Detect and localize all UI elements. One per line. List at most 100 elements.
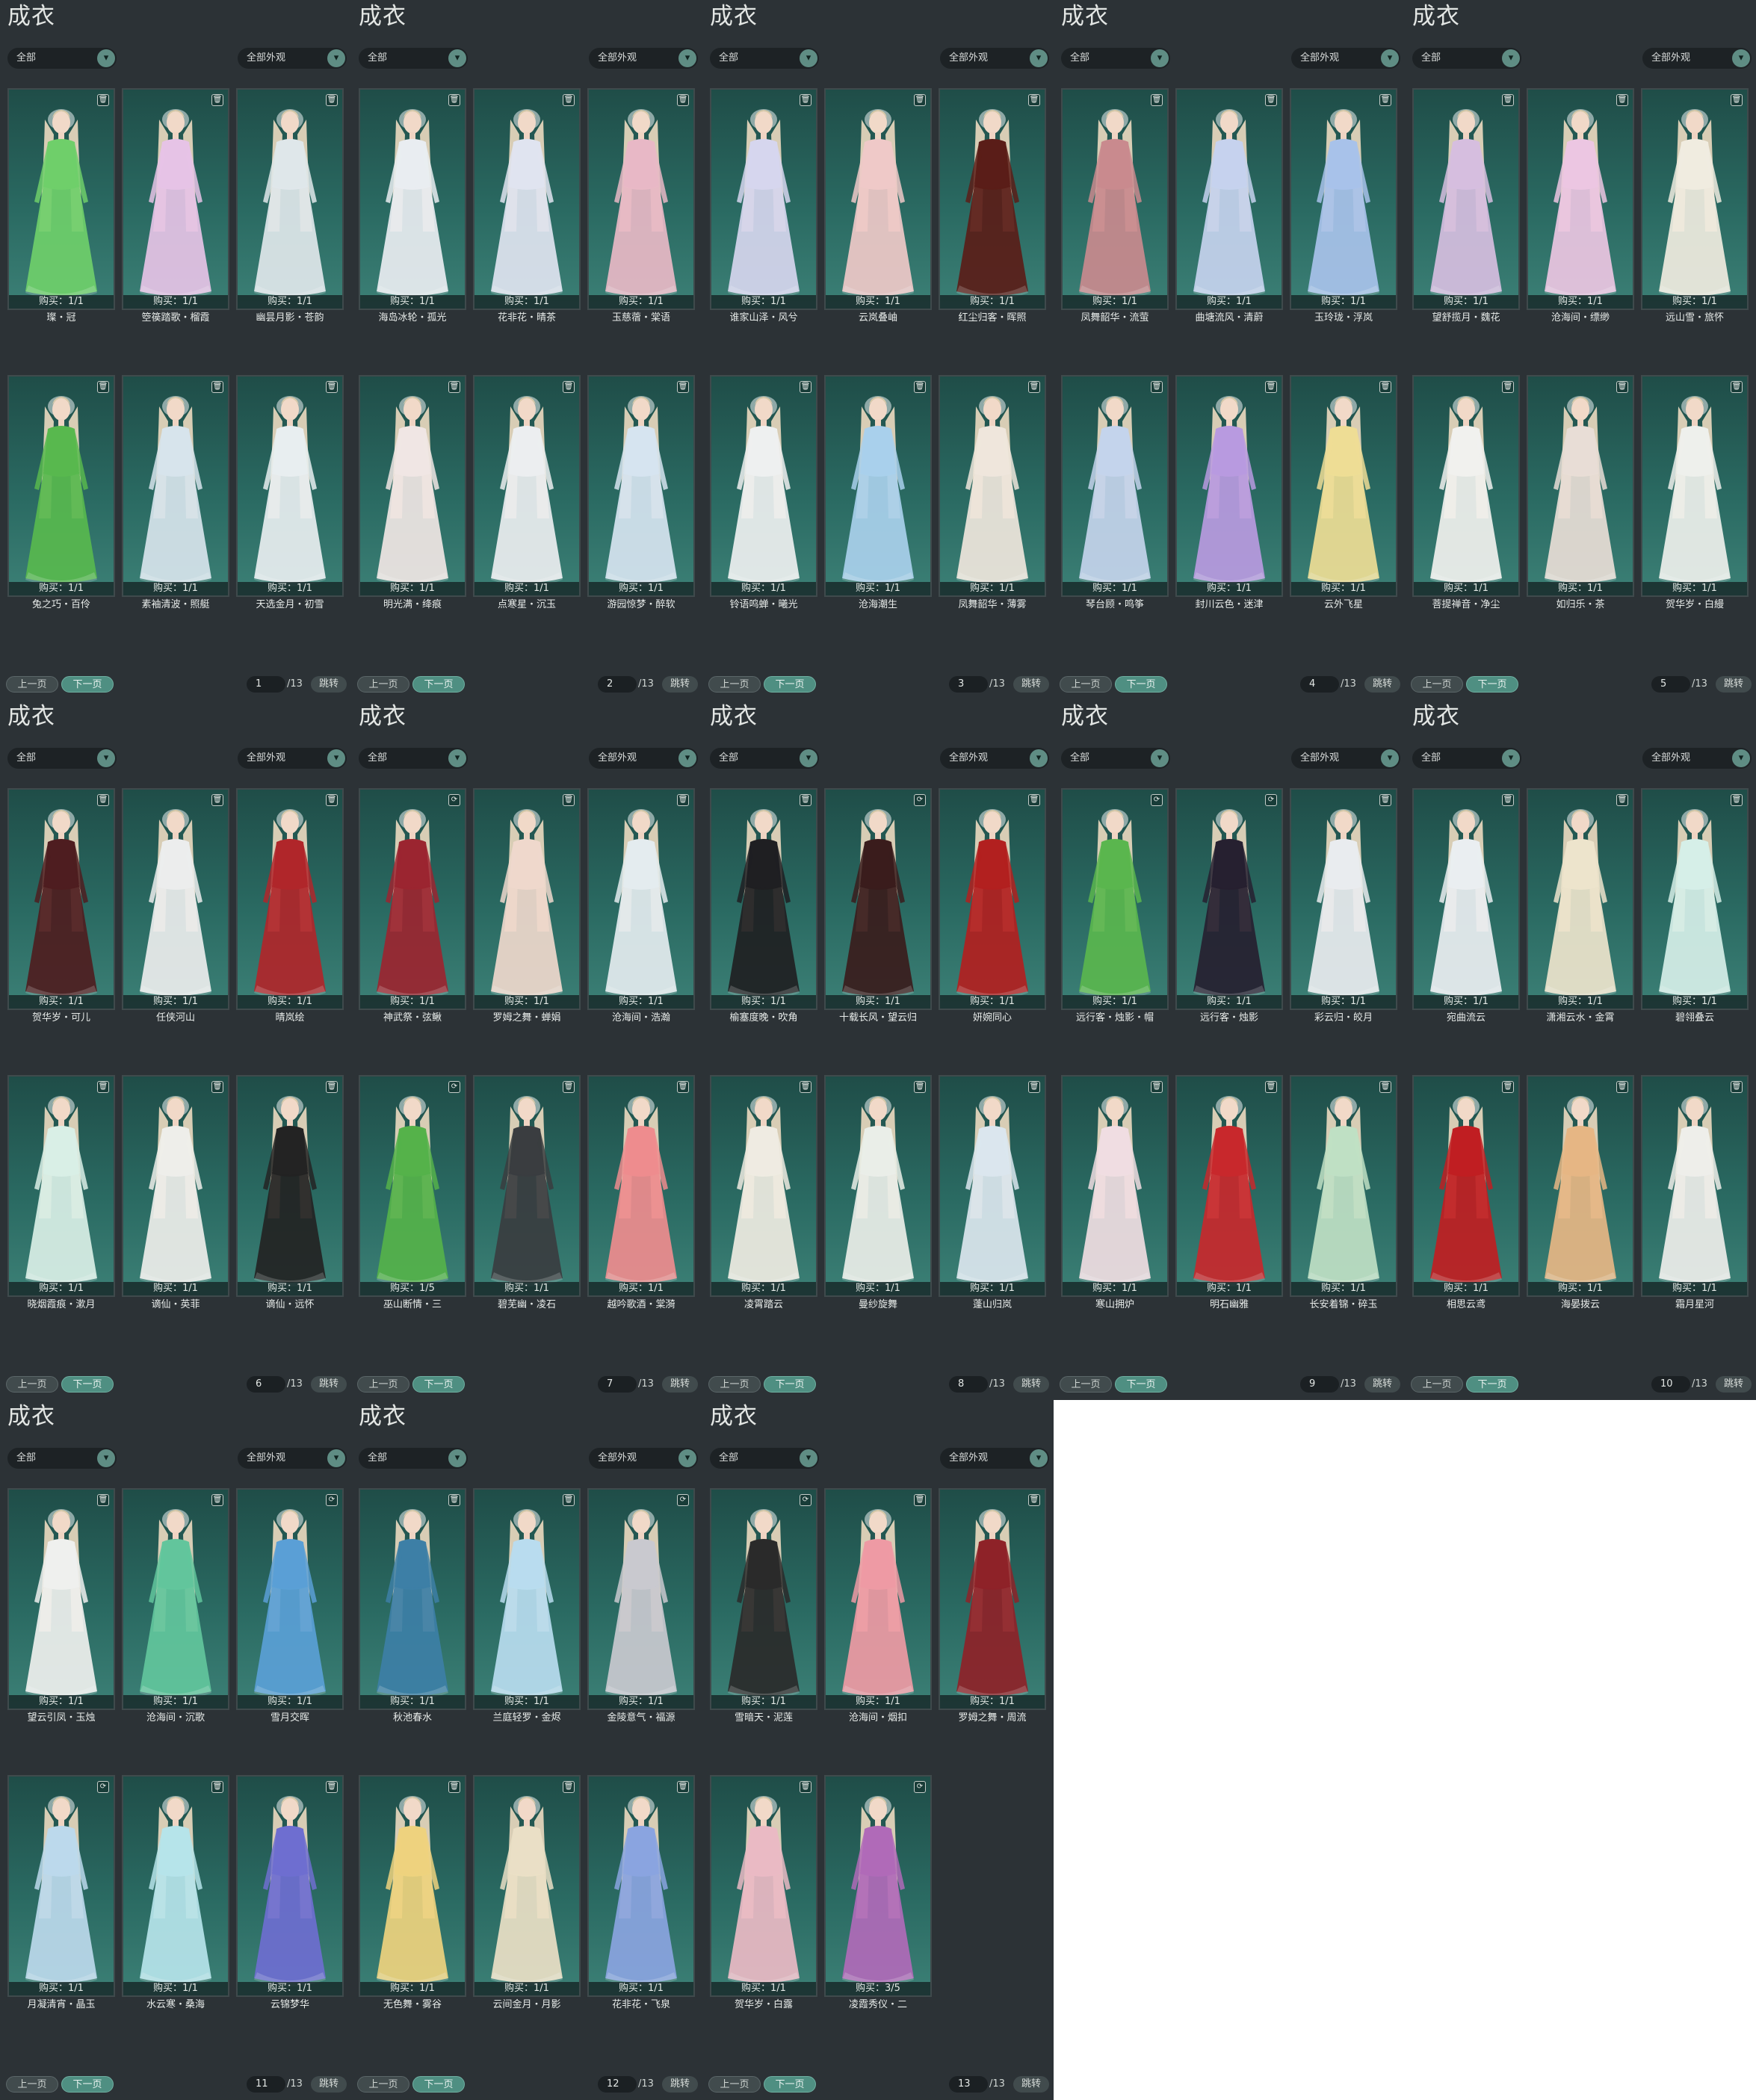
trash-icon[interactable]: 🗑: [1151, 1081, 1163, 1093]
outfit-card[interactable]: 🗑 购买：1/1: [359, 1488, 466, 1710]
outfit-card[interactable]: ⟳ 购买：1/1: [1061, 788, 1169, 1010]
appearance-select[interactable]: 全部外观 ▾: [1291, 48, 1400, 69]
trash-icon[interactable]: 🗑: [800, 794, 811, 806]
trash-icon[interactable]: 🗑: [1379, 794, 1391, 806]
refresh-icon[interactable]: ⟳: [326, 1494, 338, 1506]
trash-icon[interactable]: 🗑: [211, 794, 223, 806]
page-number-input[interactable]: 7: [598, 1376, 637, 1393]
outfit-card[interactable]: 🗑 购买：1/1: [7, 1488, 115, 1710]
trash-icon[interactable]: 🗑: [677, 1081, 689, 1093]
page-number-input[interactable]: 8: [949, 1376, 988, 1393]
jump-button[interactable]: 跳转: [662, 676, 698, 693]
prev-page-button[interactable]: 上一页: [6, 676, 58, 693]
chevron-down-icon[interactable]: ▾: [1151, 749, 1169, 767]
trash-icon[interactable]: 🗑: [1616, 381, 1628, 393]
outfit-card[interactable]: 🗑 购买：1/1: [473, 1775, 581, 1997]
trash-icon[interactable]: 🗑: [914, 1494, 926, 1506]
outfit-card[interactable]: 🗑 购买：1/1: [824, 88, 932, 310]
next-page-button[interactable]: 下一页: [412, 676, 465, 693]
trash-icon[interactable]: 🗑: [97, 381, 109, 393]
chevron-down-icon[interactable]: ▾: [1381, 749, 1399, 767]
jump-button[interactable]: 跳转: [662, 1376, 698, 1393]
jump-button[interactable]: 跳转: [1013, 2076, 1049, 2093]
trash-icon[interactable]: 🗑: [1379, 94, 1391, 106]
page-number-input[interactable]: 2: [598, 676, 637, 693]
next-page-button[interactable]: 下一页: [412, 1376, 465, 1393]
category-select[interactable]: 全部 ▾: [359, 1448, 468, 1469]
outfit-card[interactable]: ⟳ 购买：1/1: [7, 1775, 115, 1997]
outfit-card[interactable]: 🗑 购买：1/1: [710, 1775, 817, 1997]
refresh-icon[interactable]: ⟳: [677, 1494, 689, 1506]
trash-icon[interactable]: 🗑: [800, 1781, 811, 1793]
jump-button[interactable]: 跳转: [1013, 1376, 1049, 1393]
chevron-down-icon[interactable]: ▾: [97, 49, 115, 67]
outfit-card[interactable]: 🗑 购买：1/1: [587, 88, 695, 310]
trash-icon[interactable]: 🗑: [1502, 381, 1514, 393]
outfit-card[interactable]: 🗑 购买：1/1: [1641, 88, 1749, 310]
outfit-card[interactable]: 🗑 购买：1/1: [1641, 1075, 1749, 1297]
outfit-card[interactable]: 🗑 购买：1/1: [7, 1075, 115, 1297]
chevron-down-icon[interactable]: ▾: [448, 1449, 466, 1467]
trash-icon[interactable]: 🗑: [1151, 381, 1163, 393]
refresh-icon[interactable]: ⟳: [448, 794, 460, 806]
trash-icon[interactable]: 🗑: [1028, 794, 1040, 806]
chevron-down-icon[interactable]: ▾: [800, 749, 817, 767]
appearance-select[interactable]: 全部外观 ▾: [238, 1448, 347, 1469]
prev-page-button[interactable]: 上一页: [357, 2076, 409, 2093]
outfit-card[interactable]: 🗑 购买：1/1: [824, 375, 932, 597]
appearance-select[interactable]: 全部外观 ▾: [238, 748, 347, 769]
appearance-select[interactable]: 全部外观 ▾: [940, 48, 1049, 69]
chevron-down-icon[interactable]: ▾: [800, 49, 817, 67]
trash-icon[interactable]: 🗑: [1731, 94, 1743, 106]
chevron-down-icon[interactable]: ▾: [1732, 749, 1750, 767]
trash-icon[interactable]: 🗑: [1731, 381, 1743, 393]
chevron-down-icon[interactable]: ▾: [678, 1449, 696, 1467]
trash-icon[interactable]: 🗑: [914, 94, 926, 106]
page-number-input[interactable]: 4: [1300, 676, 1339, 693]
outfit-card[interactable]: 🗑 购买：1/1: [1412, 375, 1520, 597]
trash-icon[interactable]: 🗑: [1502, 94, 1514, 106]
appearance-select[interactable]: 全部外观 ▾: [238, 48, 347, 69]
trash-icon[interactable]: 🗑: [97, 1081, 109, 1093]
outfit-card[interactable]: 🗑 购买：1/1: [7, 88, 115, 310]
trash-icon[interactable]: 🗑: [677, 381, 689, 393]
chevron-down-icon[interactable]: ▾: [1030, 49, 1048, 67]
outfit-card[interactable]: 🗑 购买：1/1: [939, 375, 1046, 597]
outfit-card[interactable]: 🗑 购买：1/1: [236, 88, 344, 310]
jump-button[interactable]: 跳转: [1716, 1376, 1752, 1393]
outfit-card[interactable]: 🗑 购买：1/1: [122, 1775, 229, 1997]
outfit-card[interactable]: 🗑 购买：1/1: [473, 788, 581, 1010]
trash-icon[interactable]: 🗑: [1502, 1081, 1514, 1093]
outfit-card[interactable]: ⟳ 购买：1/1: [359, 788, 466, 1010]
chevron-down-icon[interactable]: ▾: [448, 49, 466, 67]
trash-icon[interactable]: 🗑: [1379, 1081, 1391, 1093]
outfit-card[interactable]: 🗑 购买：1/1: [122, 788, 229, 1010]
trash-icon[interactable]: 🗑: [97, 1494, 109, 1506]
category-select[interactable]: 全部 ▾: [7, 48, 117, 69]
jump-button[interactable]: 跳转: [311, 676, 347, 693]
outfit-card[interactable]: 🗑 购买：1/1: [939, 88, 1046, 310]
outfit-card[interactable]: 🗑 购买：1/1: [359, 375, 466, 597]
prev-page-button[interactable]: 上一页: [708, 1376, 761, 1393]
appearance-select[interactable]: 全部外观 ▾: [589, 748, 698, 769]
trash-icon[interactable]: 🗑: [800, 381, 811, 393]
trash-icon[interactable]: 🗑: [677, 1781, 689, 1793]
trash-icon[interactable]: 🗑: [326, 794, 338, 806]
outfit-card[interactable]: 🗑 购买：1/1: [1412, 1075, 1520, 1297]
outfit-card[interactable]: 🗑 购买：1/1: [1290, 375, 1397, 597]
trash-icon[interactable]: 🗑: [97, 794, 109, 806]
page-number-input[interactable]: 11: [247, 2076, 285, 2093]
jump-button[interactable]: 跳转: [662, 2076, 698, 2093]
prev-page-button[interactable]: 上一页: [6, 1376, 58, 1393]
outfit-card[interactable]: 🗑 购买：1/1: [1175, 1075, 1283, 1297]
outfit-card[interactable]: 🗑 购买：1/1: [122, 1488, 229, 1710]
chevron-down-icon[interactable]: ▾: [1030, 1449, 1048, 1467]
refresh-icon[interactable]: ⟳: [448, 1081, 460, 1093]
trash-icon[interactable]: 🗑: [211, 94, 223, 106]
outfit-card[interactable]: 🗑 购买：1/1: [473, 375, 581, 597]
outfit-card[interactable]: 🗑 购买：1/1: [1061, 375, 1169, 597]
next-page-button[interactable]: 下一页: [1466, 1376, 1518, 1393]
outfit-card[interactable]: 🗑 购买：1/1: [122, 1075, 229, 1297]
trash-icon[interactable]: 🗑: [1151, 94, 1163, 106]
outfit-card[interactable]: 🗑 购买：1/1: [359, 1775, 466, 1997]
